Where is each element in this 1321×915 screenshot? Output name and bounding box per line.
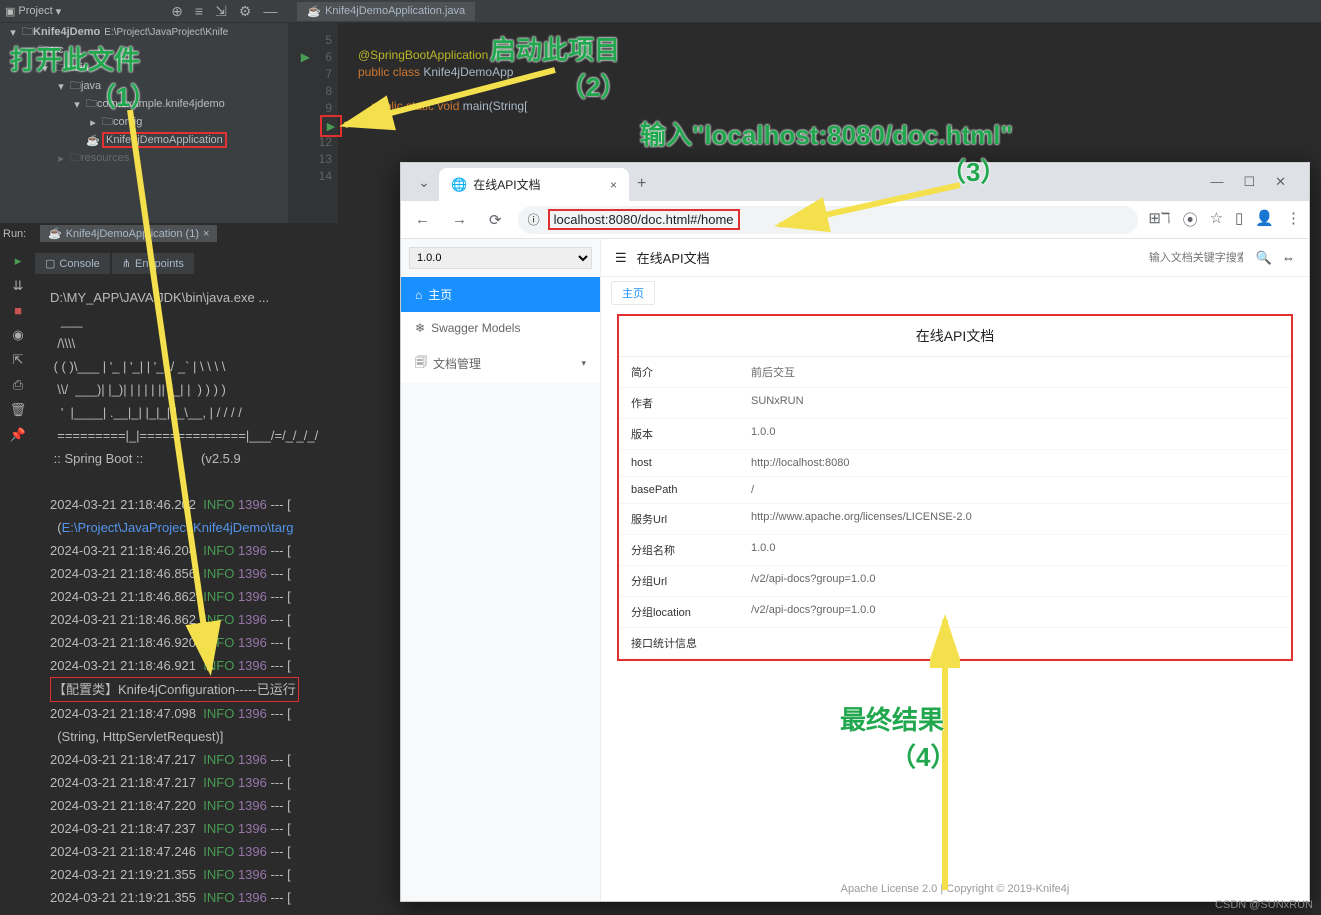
browser-toolbar: ← → ⟳ ⓘ localhost:8080/doc.html#/home ⊞ℸ… bbox=[401, 201, 1309, 239]
config-highlight: 【配置类】Knife4jConfiguration-----已运行 bbox=[50, 677, 299, 702]
print-icon[interactable]: ⎙ bbox=[13, 377, 23, 393]
console-tab[interactable]: ▢ Console bbox=[35, 253, 110, 274]
doc-row: 分组Url/v2/api-docs?group=1.0.0 bbox=[619, 566, 1291, 597]
run-icon[interactable]: ▶ bbox=[301, 50, 310, 64]
endpoints-tab[interactable]: ⋔ Endpoints bbox=[112, 253, 194, 274]
run-tool-icon[interactable]: ⇊ bbox=[13, 278, 24, 294]
minimize-button[interactable]: — bbox=[1210, 174, 1223, 190]
knife4j-title: 在线API文档 bbox=[637, 248, 710, 267]
project-tree[interactable]: ▾🗀 Knife4jDemo E:\Project\JavaProject\Kn… bbox=[0, 23, 288, 223]
bookmark-icon[interactable]: ☆ bbox=[1210, 209, 1223, 230]
tree-icon[interactable]: ≡ bbox=[195, 3, 203, 19]
collapse-icon[interactable]: ⇲ bbox=[215, 3, 227, 20]
content-tab-home[interactable]: 主页 bbox=[611, 281, 655, 305]
knife4j-footer: Apache License 2.0 | Copyright © 2019-Kn… bbox=[601, 883, 1309, 895]
doc-row: hosthttp://localhost:8080 bbox=[619, 450, 1291, 477]
doc-row: 接口统计信息 bbox=[619, 628, 1291, 659]
menu-toggle-icon[interactable]: ☰ bbox=[615, 250, 627, 266]
globe-icon: 🌐 bbox=[451, 177, 467, 193]
java-icon: ☕ bbox=[307, 5, 321, 18]
project-dropdown[interactable]: ▣ Project ▾ bbox=[5, 5, 61, 18]
watermark: CSDN @SUNxRUN bbox=[1215, 899, 1313, 911]
new-tab-button[interactable]: + bbox=[629, 167, 654, 201]
maximize-button[interactable]: ☐ bbox=[1243, 174, 1255, 190]
camera-icon[interactable]: ◉ bbox=[12, 327, 23, 343]
pin-icon[interactable]: 📌 bbox=[10, 427, 26, 443]
doc-row: 分组location/v2/api-docs?group=1.0.0 bbox=[619, 597, 1291, 628]
rerun-icon[interactable]: ▸ bbox=[15, 253, 22, 269]
doc-panel-title: 在线API文档 bbox=[619, 316, 1291, 357]
url-text: localhost:8080/doc.html#/home bbox=[548, 209, 740, 230]
browser-tab-strip: ⌄ 🌐 在线API文档 × + — ☐ ✕ bbox=[401, 163, 1309, 201]
menu-icon[interactable]: ⋮ bbox=[1286, 209, 1301, 230]
doc-row: basePath/ bbox=[619, 477, 1291, 504]
panel-icon[interactable]: ▯ bbox=[1235, 209, 1243, 230]
export-icon[interactable]: ⇱ bbox=[13, 352, 24, 368]
target-icon[interactable]: ⊕ bbox=[171, 3, 183, 20]
tab-search-icon[interactable]: ⌄ bbox=[409, 174, 439, 191]
knife4j-main: ☰ 在线API文档 🔍 ⇔ 主页 在线API文档 简介前后交互作者SUNxRUN… bbox=[601, 239, 1309, 901]
browser-window: ⌄ 🌐 在线API文档 × + — ☐ ✕ ← → ⟳ ⓘ localhost:… bbox=[400, 162, 1310, 902]
lens-icon[interactable]: ⦿ bbox=[1183, 209, 1198, 230]
address-bar[interactable]: ⓘ localhost:8080/doc.html#/home bbox=[518, 206, 1139, 234]
doc-panel: 在线API文档 简介前后交互作者SUNxRUN版本1.0.0hosthttp:/… bbox=[617, 314, 1293, 661]
browser-tab[interactable]: 🌐 在线API文档 × bbox=[439, 168, 629, 201]
ide-toolbar: ▣ Project ▾ ⊕ ≡ ⇲ ⚙ — ☕ Knife4jDemoAppli… bbox=[0, 0, 1321, 23]
profile-icon[interactable]: 👤 bbox=[1255, 209, 1274, 230]
hide-icon[interactable]: — bbox=[263, 3, 277, 19]
translate-icon[interactable]: ⊞ℸ bbox=[1148, 209, 1170, 230]
doc-row: 服务Urlhttp://www.apache.org/licenses/LICE… bbox=[619, 504, 1291, 535]
version-select[interactable]: 1.0.0 bbox=[409, 247, 592, 269]
info-icon[interactable]: ⓘ bbox=[528, 211, 540, 228]
knife4j-header: ☰ 在线API文档 🔍 ⇔ bbox=[601, 239, 1309, 277]
app-file-row[interactable]: ☕Knife4jDemoApplication bbox=[0, 131, 288, 149]
run-gutter-highlight[interactable]: ▶ bbox=[320, 115, 342, 137]
editor-tab-label: Knife4jDemoApplication.java bbox=[325, 5, 465, 17]
run-label: Run: bbox=[3, 228, 26, 240]
doc-row: 分组名称1.0.0 bbox=[619, 535, 1291, 566]
forward-button[interactable]: → bbox=[446, 211, 473, 228]
stop-icon[interactable]: ■ bbox=[14, 303, 22, 318]
run-config-tab[interactable]: ☕ Knife4jDemoApplication (1) × bbox=[40, 225, 217, 242]
sidebar-item-home[interactable]: ⌂ 主页 bbox=[401, 277, 600, 312]
back-button[interactable]: ← bbox=[409, 211, 436, 228]
top-icons: ⊕ ≡ ⇲ ⚙ — bbox=[171, 3, 277, 20]
doc-search-input[interactable] bbox=[1146, 249, 1246, 267]
sidebar-item-swagger[interactable]: ❄ Swagger Models bbox=[401, 312, 600, 344]
reload-button[interactable]: ⟳ bbox=[483, 211, 508, 229]
doc-row: 简介前后交互 bbox=[619, 357, 1291, 388]
sidebar-item-docmgr[interactable]: 🗐 文档管理▾ bbox=[401, 344, 600, 383]
lang-icon[interactable]: ⇔ bbox=[1282, 250, 1295, 265]
gear-icon[interactable]: ⚙ bbox=[239, 3, 252, 20]
run-toolbar: ▸ ⇊ ■ ◉ ⇱ ⎙ 🗑 📌 bbox=[5, 253, 31, 443]
doc-row: 作者SUNxRUN bbox=[619, 388, 1291, 419]
trash-icon[interactable]: 🗑 bbox=[10, 402, 27, 418]
close-window-button[interactable]: ✕ bbox=[1275, 174, 1286, 190]
editor-tab[interactable]: ☕ Knife4jDemoApplication.java bbox=[297, 2, 475, 21]
doc-row: 版本1.0.0 bbox=[619, 419, 1291, 450]
close-tab-icon[interactable]: × bbox=[610, 178, 617, 192]
search-icon[interactable]: 🔍 bbox=[1256, 250, 1272, 266]
knife4j-sidebar: 1.0.0 ⌂ 主页 ❄ Swagger Models 🗐 文档管理▾ bbox=[401, 239, 601, 901]
browser-tab-title: 在线API文档 bbox=[473, 176, 540, 193]
